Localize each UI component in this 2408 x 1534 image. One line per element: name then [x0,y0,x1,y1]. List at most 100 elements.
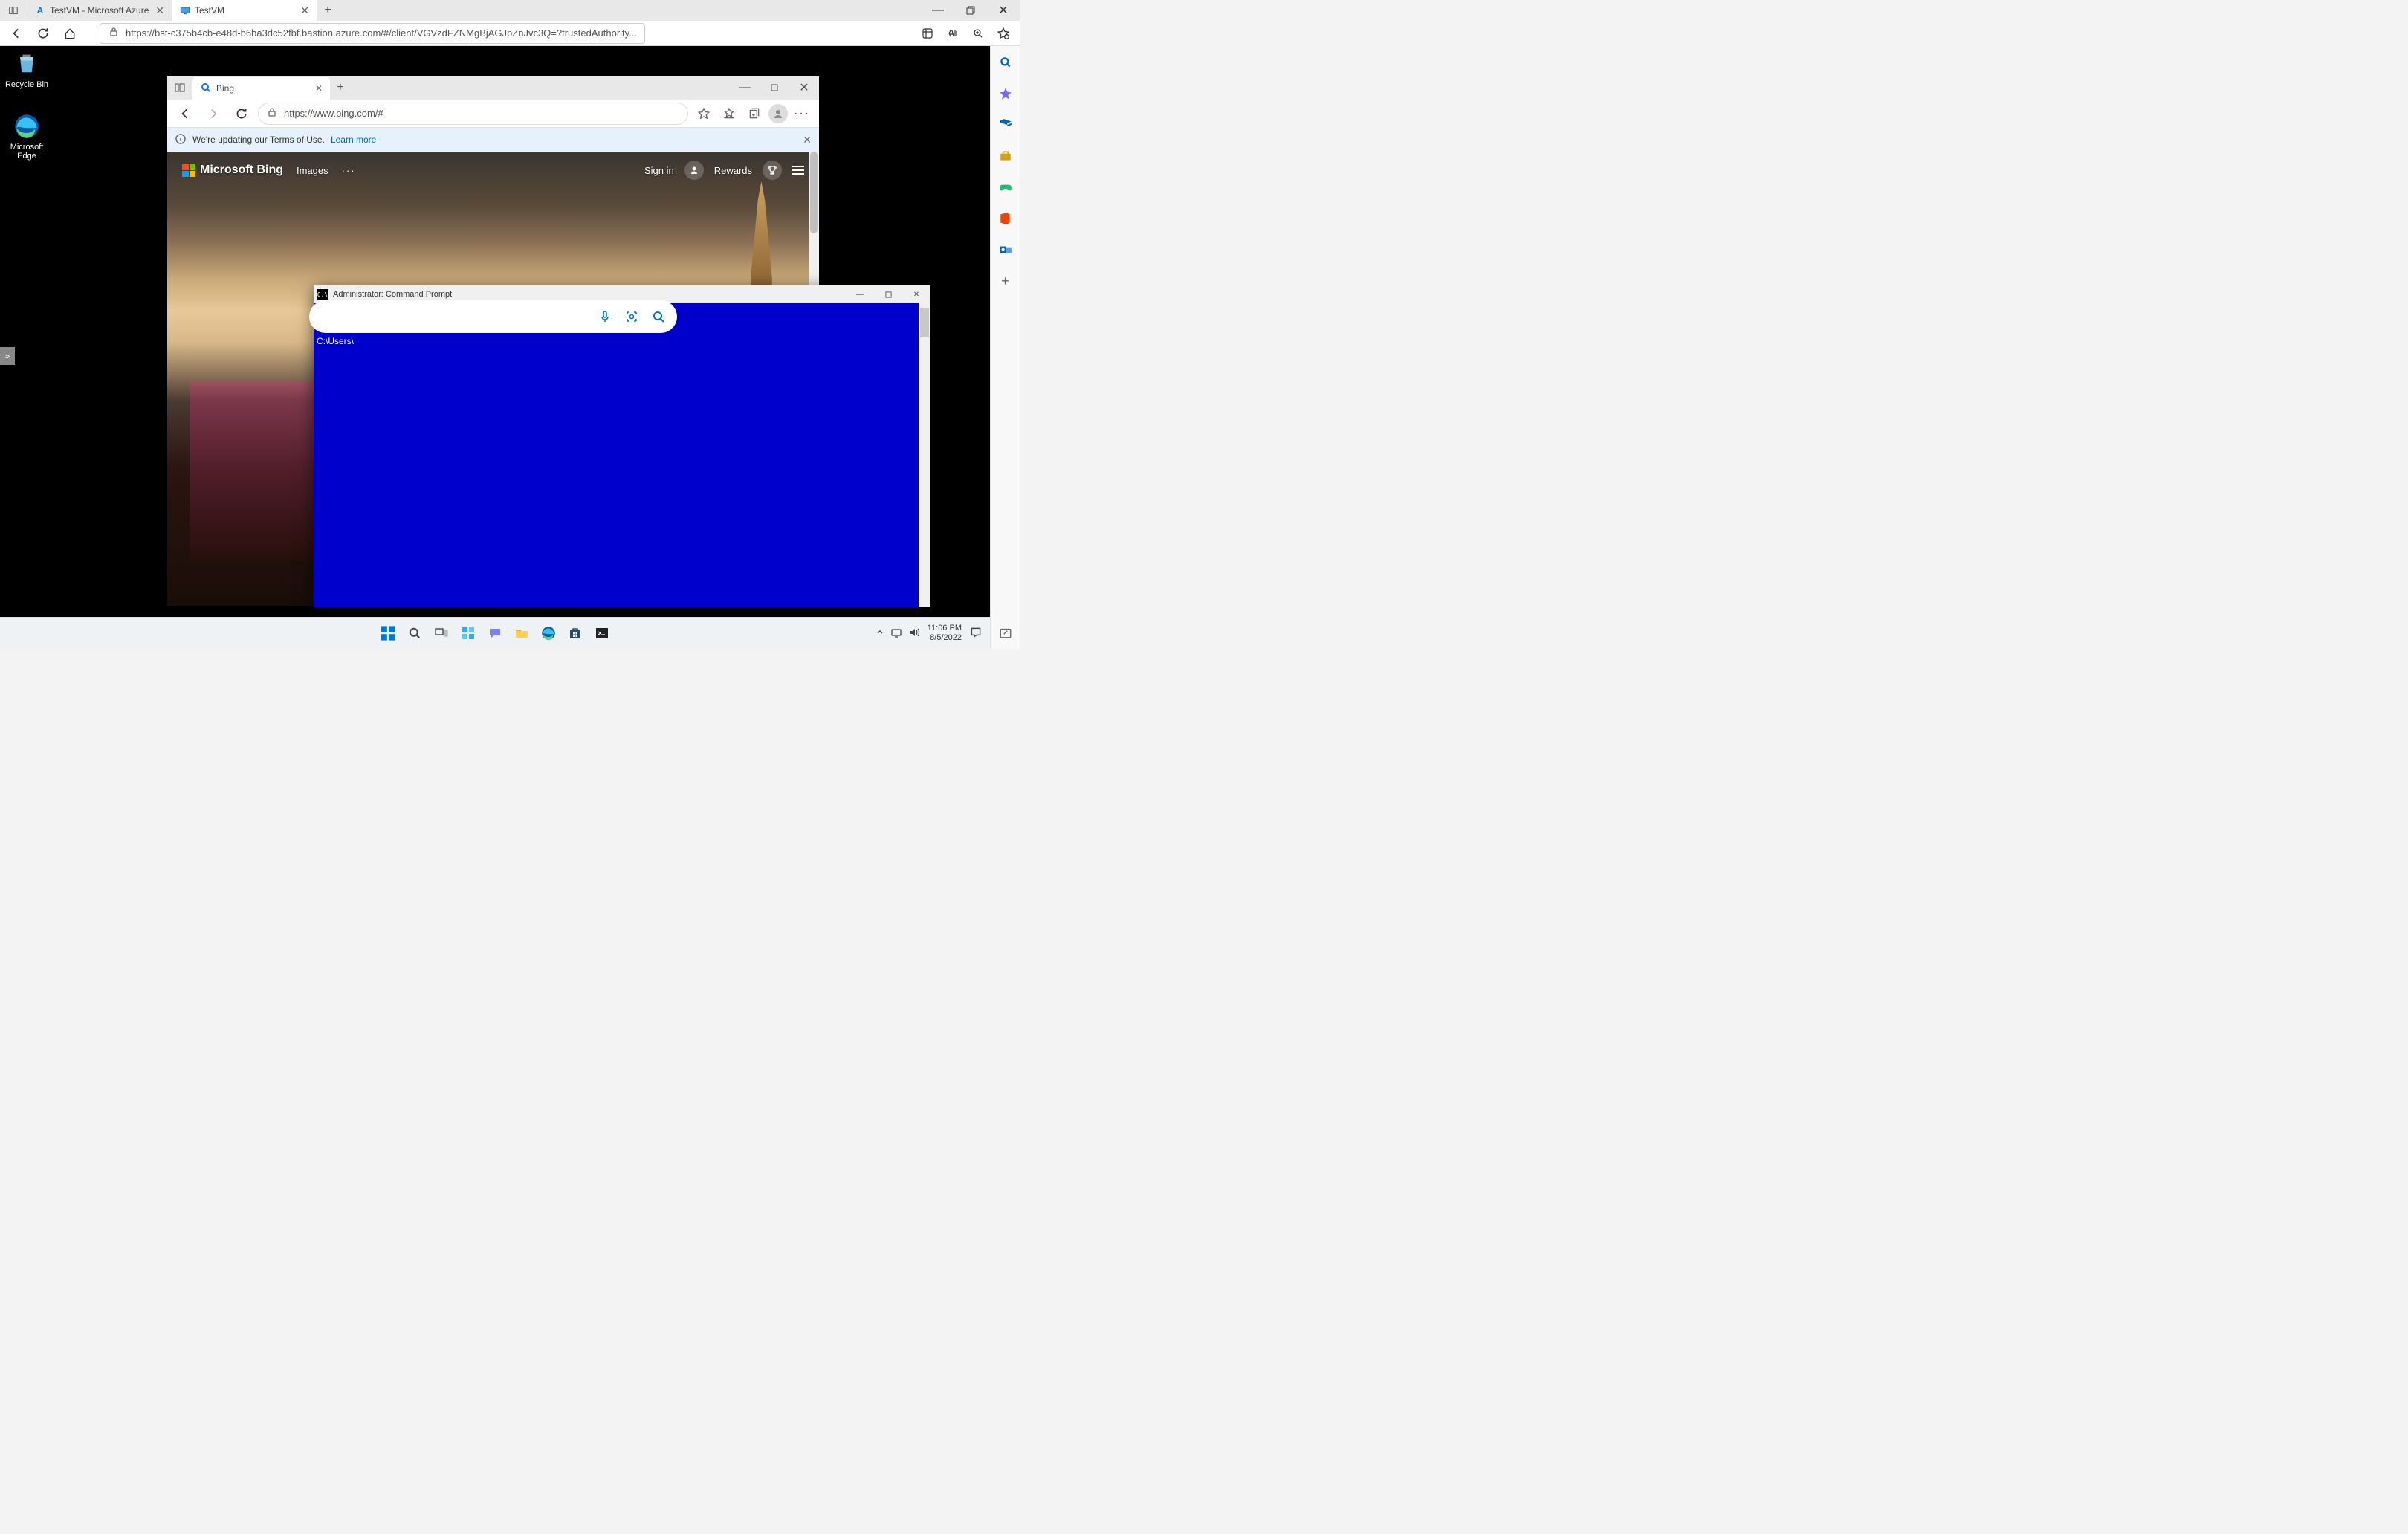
outer-tab-testvm[interactable]: TestVM ✕ [172,0,317,21]
bing-header: Microsoft Bing Images ··· Sign in Reward… [167,152,819,189]
lock-icon [108,26,120,40]
bastion-expand-handle[interactable]: » [0,347,15,365]
home-button[interactable] [58,22,82,45]
inner-tab-bing[interactable]: Bing ✕ [192,77,330,100]
bing-logo-text: Microsoft Bing [200,164,283,177]
sidebar-add-icon[interactable]: + [997,272,1014,290]
sidebar-search-icon[interactable] [997,54,1014,71]
inner-refresh-button[interactable] [230,103,253,125]
store-button[interactable] [565,623,586,644]
taskbar-search-button[interactable] [404,623,425,644]
bing-nav-images[interactable]: Images [297,165,328,176]
info-bar-close[interactable]: ✕ [803,134,812,146]
bing-logo[interactable]: Microsoft Bing [182,164,283,177]
bing-nav-more[interactable]: ··· [342,165,356,176]
sidebar-games-icon[interactable] [997,178,1014,196]
sidebar-settings-icon[interactable] [997,624,1014,641]
remote-desktop-canvas[interactable]: Recycle Bin Microsoft Edge » Bing ✕ + — … [0,46,990,617]
read-aloud-icon[interactable] [941,22,965,45]
inner-back-button[interactable] [173,103,197,125]
outer-browser-titlebar: A TestVM - Microsoft Azure ✕ TestVM ✕ + … [0,0,1020,21]
file-explorer-button[interactable] [511,623,532,644]
close-tab-icon[interactable]: ✕ [315,83,323,94]
start-button[interactable] [378,623,398,644]
inner-tab-actions-button[interactable] [167,82,192,94]
zoom-icon[interactable] [966,22,990,45]
search-submit-icon[interactable] [649,309,668,324]
notifications-button[interactable] [969,626,983,641]
cmd-icon: C:\ [317,289,328,300]
inner-window-maximize[interactable] [760,76,789,100]
rewards-trophy-icon[interactable] [763,161,782,180]
command-prompt-window: C:\ Administrator: Command Prompt — ✕ Mi… [314,285,930,607]
bing-rewards-link[interactable]: Rewards [714,165,752,176]
edge-taskbar-button[interactable] [538,623,559,644]
cmd-scrollbar[interactable] [919,303,930,607]
task-view-button[interactable] [431,623,452,644]
inner-window-minimize[interactable]: — [730,76,760,100]
tray-overflow-icon[interactable] [876,628,884,639]
taskbar-time: 11:06 PM [928,624,962,633]
bing-hamburger-menu[interactable] [792,166,804,175]
cmd-terminal-body[interactable]: Microsoft Windows [Version 10.0.22000.79… [314,303,930,607]
taskbar-datetime[interactable]: 11:06 PM 8/5/2022 [928,624,962,643]
info-bar: We're updating our Terms of Use. Learn m… [167,128,819,152]
voice-search-icon[interactable] [595,309,615,324]
sidebar-shopping-icon[interactable] [997,116,1014,134]
bing-search-input[interactable] [318,311,588,323]
cmd-minimize[interactable]: — [846,285,874,303]
inner-edge-toolbar: https://www.bing.com/# ··· [167,100,819,128]
sidebar-office-icon[interactable] [997,210,1014,227]
chat-button[interactable] [485,623,505,644]
bing-signin-link[interactable]: Sign in [644,165,674,176]
taskbar-date: 8/5/2022 [928,633,962,643]
inner-more-menu-button[interactable]: ··· [791,103,813,125]
close-tab-icon[interactable]: ✕ [300,4,309,17]
tab-actions-button[interactable] [0,5,27,16]
taskbar-center [378,623,612,644]
desktop-icon-recycle-bin[interactable]: Recycle Bin [0,51,54,89]
lock-icon [266,106,278,120]
outer-tab-testvm-title: TestVM [195,5,224,16]
close-tab-icon[interactable]: ✕ [155,4,164,17]
taskbar-tray: 11:06 PM 8/5/2022 [876,624,983,643]
translate-icon[interactable] [916,22,939,45]
desktop-icon-edge[interactable]: Microsoft Edge [0,113,54,161]
inner-edge-titlebar: Bing ✕ + — ✕ [167,76,819,100]
tray-volume-icon[interactable] [908,627,920,641]
terminal-taskbar-button[interactable] [592,623,612,644]
outer-window-maximize[interactable] [954,0,987,21]
cmd-maximize[interactable] [874,285,902,303]
sidebar-discover-icon[interactable] [997,85,1014,103]
back-button[interactable] [4,22,28,45]
inner-window-close[interactable]: ✕ [789,76,819,100]
signin-avatar-icon[interactable] [684,161,704,180]
outer-window-close[interactable]: ✕ [987,0,1020,21]
inner-favorite-star-icon[interactable] [693,103,715,125]
tray-network-icon[interactable] [890,627,902,641]
inner-new-tab-button[interactable]: + [330,81,351,94]
inner-address-bar[interactable]: https://www.bing.com/# [258,103,688,125]
sidebar-tools-icon[interactable] [997,147,1014,165]
sidebar-outlook-icon[interactable] [997,241,1014,259]
outer-new-tab-button[interactable]: + [317,4,338,17]
azure-favicon: A [35,5,45,16]
bing-search-box[interactable] [309,300,677,333]
cmd-prompt: C:\Users\ [317,336,354,346]
visual-search-icon[interactable] [622,309,641,324]
cmd-close[interactable]: ✕ [902,285,930,303]
inner-favorites-button[interactable] [718,103,740,125]
windows-taskbar: 11:06 PM 8/5/2022 [0,617,990,649]
outer-tab-azure[interactable]: A TestVM - Microsoft Azure ✕ [27,0,172,21]
inner-collections-button[interactable] [743,103,766,125]
outer-window-minimize[interactable]: — [922,0,954,21]
outer-tab-azure-title: TestVM - Microsoft Azure [50,5,149,16]
outer-address-bar[interactable]: https://bst-c375b4cb-e48d-b6ba3dc52fbf.b… [100,23,645,44]
info-bar-link[interactable]: Learn more [331,135,376,145]
favorite-star-icon[interactable] [991,22,1015,45]
inner-url-text: https://www.bing.com/# [284,108,383,119]
refresh-button[interactable] [31,22,55,45]
outer-edge-sidebar: + [990,46,1020,649]
inner-profile-avatar[interactable] [768,104,788,123]
widgets-button[interactable] [458,623,479,644]
